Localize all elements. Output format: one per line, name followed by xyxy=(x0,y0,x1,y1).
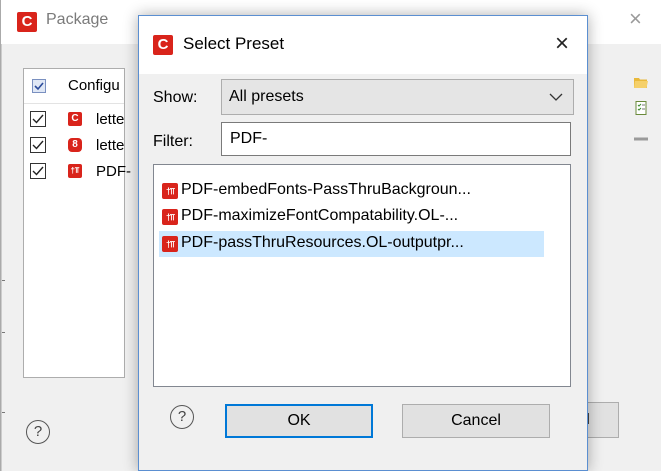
preset-label: PDF-embedFonts-PassThruBackgroun... xyxy=(181,181,471,198)
help-icon[interactable]: ? xyxy=(170,405,194,429)
connect-logo-icon: C xyxy=(17,12,37,32)
row-checkbox[interactable] xyxy=(30,137,46,153)
list-item-selected[interactable]: †⫪ PDF-passThruResources.OL-outputpr... xyxy=(159,231,544,257)
remove-icon[interactable] xyxy=(634,137,648,141)
list-item[interactable]: †⫪ PDF-embedFonts-PassThruBackgroun... xyxy=(159,178,544,204)
table-row[interactable]: C lette xyxy=(24,107,124,133)
table-row[interactable]: 8 lette xyxy=(24,133,124,159)
show-dropdown-value: All presets xyxy=(229,88,304,105)
preset-icon: †⫪ xyxy=(68,164,82,178)
row-label: PDF- xyxy=(96,163,131,180)
preset-label: PDF-passThruResources.OL-outputpr... xyxy=(181,234,464,251)
show-dropdown[interactable]: All presets xyxy=(221,79,574,115)
package-close-icon[interactable]: × xyxy=(629,6,642,32)
checklist-icon[interactable] xyxy=(634,101,648,115)
column-header-configuration[interactable]: Configu xyxy=(68,77,120,94)
connect-logo-icon: C xyxy=(153,35,173,55)
dialog-title-bar: C Select Preset × xyxy=(139,16,587,74)
preset-label: PDF-maximizeFontCompatability.OL-... xyxy=(181,207,459,224)
select-all-checkbox[interactable] xyxy=(32,79,46,93)
connect-c-icon: C xyxy=(68,112,82,126)
filter-label: Filter: xyxy=(153,133,193,150)
open-folder-icon[interactable] xyxy=(634,77,648,89)
table-header: Configu xyxy=(24,69,124,104)
preset-list[interactable]: †⫪ PDF-embedFonts-PassThruBackgroun... †… xyxy=(153,164,571,387)
preset-icon: †⫪ xyxy=(162,183,178,199)
list-item[interactable]: †⫪ PDF-maximizeFontCompatability.OL-... xyxy=(159,204,544,230)
preset-icon: †⫪ xyxy=(162,209,178,225)
dialog-title: Select Preset xyxy=(183,34,285,53)
package-title: Package xyxy=(46,11,109,28)
row-label: lette xyxy=(96,137,125,154)
preset-icon: †⫪ xyxy=(162,236,178,252)
connect-template-icon: 8 xyxy=(68,138,82,152)
help-icon[interactable]: ? xyxy=(26,420,50,444)
close-icon[interactable]: × xyxy=(547,29,577,59)
row-checkbox[interactable] xyxy=(30,111,46,127)
chevron-down-icon xyxy=(549,93,563,101)
left-edge-ruler xyxy=(1,0,5,471)
row-label: lette xyxy=(96,111,125,128)
select-preset-dialog: C Select Preset × Show: All presets Filt… xyxy=(138,15,588,471)
show-label: Show: xyxy=(153,89,198,106)
row-checkbox[interactable] xyxy=(30,163,46,179)
cancel-button[interactable]: Cancel xyxy=(402,404,550,438)
filter-input[interactable] xyxy=(221,122,571,156)
package-items-table: Configu C lette 8 lette †⫪ PDF- xyxy=(23,68,131,378)
ok-button[interactable]: OK xyxy=(225,404,373,438)
table-row[interactable]: †⫪ PDF- xyxy=(24,159,131,185)
